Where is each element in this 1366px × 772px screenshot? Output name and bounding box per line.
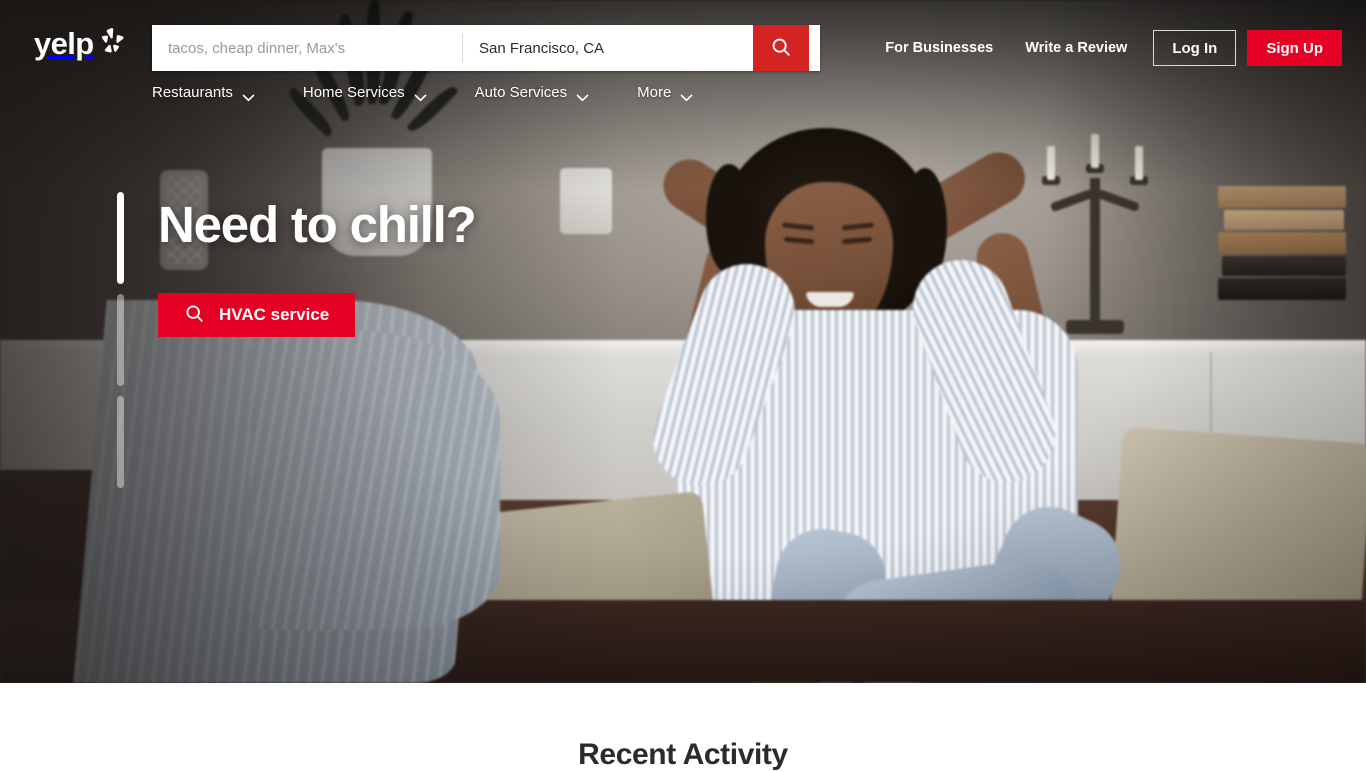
hvac-service-button[interactable]: HVAC service (158, 293, 356, 338)
header-actions: For Businesses Write a Review Log In Sig… (869, 25, 1342, 71)
recent-activity-title: Recent Activity (578, 738, 788, 771)
logo-wordmark: yelp (34, 26, 94, 61)
hero-headline: Need to chill? (158, 196, 477, 253)
carousel-indicator-2[interactable] (117, 294, 124, 386)
recent-activity-section: Recent Activity (0, 683, 1366, 771)
yelp-burst-icon (98, 26, 126, 54)
carousel-indicator-3[interactable] (117, 396, 124, 488)
nav-item-more[interactable]: More (637, 84, 715, 101)
yelp-logo[interactable]: yelp (34, 26, 126, 61)
search-find-input[interactable] (152, 25, 462, 71)
search-icon (184, 303, 205, 327)
nav-item-restaurants[interactable]: Restaurants (152, 84, 277, 101)
nav-item-label: Auto Services (474, 84, 568, 101)
for-businesses-link[interactable]: For Businesses (869, 25, 1009, 71)
nav-item-label: Home Services (302, 84, 405, 101)
chevron-down-icon (414, 89, 427, 101)
chevron-down-icon (576, 89, 589, 101)
carousel-indicator-1[interactable] (117, 192, 124, 284)
nav-item-auto-services[interactable]: Auto Services (475, 84, 612, 101)
search-location-input[interactable] (463, 25, 753, 71)
search-icon (770, 36, 792, 61)
nav-item-label: Restaurants (152, 84, 233, 101)
chevron-down-icon (680, 89, 693, 101)
hero-carousel-indicators (117, 192, 124, 488)
nav-item-label: More (637, 84, 672, 101)
hero-banner: yelp tacos, cheap dinner, Max's San Fran… (0, 0, 1366, 683)
nav-item-home-services[interactable]: Home Services (303, 84, 449, 101)
log-in-button[interactable]: Log In (1153, 30, 1237, 66)
search-bar (152, 25, 820, 71)
sign-up-button[interactable]: Sign Up (1247, 30, 1342, 66)
hero-content: Need to chill? HVAC service (158, 196, 477, 338)
search-submit-button[interactable] (753, 25, 809, 71)
site-header: yelp tacos, cheap dinner, Max's San Fran… (0, 0, 1366, 126)
chevron-down-icon (242, 89, 255, 101)
carousel-indicator-fill (117, 192, 124, 284)
write-a-review-link[interactable]: Write a Review (1009, 25, 1143, 71)
hvac-service-label: HVAC service (219, 305, 330, 325)
category-nav: Restaurants Home Services Auto Services … (152, 84, 741, 101)
